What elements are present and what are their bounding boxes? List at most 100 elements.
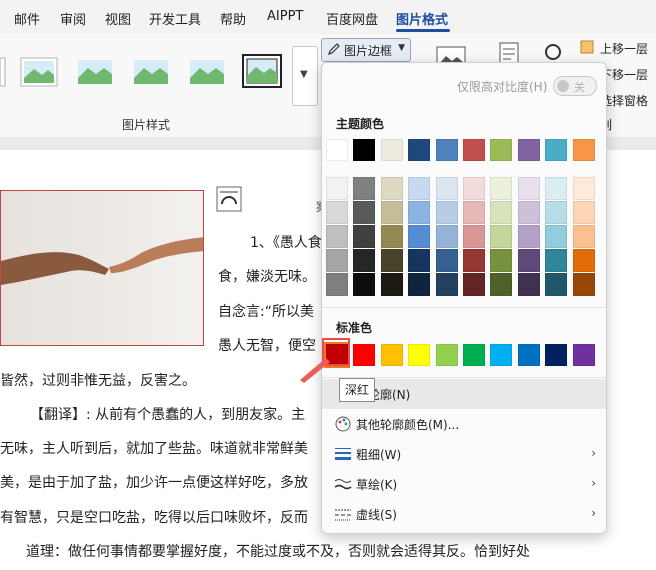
theme-shade-swatch[interactable] <box>545 225 568 248</box>
theme-shade-swatch[interactable] <box>545 177 568 200</box>
theme-shade-swatch[interactable] <box>517 177 540 200</box>
theme-shade-swatch[interactable] <box>517 225 540 248</box>
tab-picture-format[interactable]: 图片格式 <box>396 9 448 28</box>
theme-shade-swatch[interactable] <box>545 273 568 296</box>
dashes-item[interactable]: 虚线(S) › <box>322 499 606 529</box>
tab-mail[interactable]: 邮件 <box>14 9 40 28</box>
theme-shade-swatch[interactable] <box>408 177 431 200</box>
active-tab-indicator <box>396 29 450 32</box>
theme-color-swatch[interactable] <box>353 139 376 161</box>
standard-color-swatch[interactable] <box>408 344 431 366</box>
picture-border-button[interactable]: 图片边框 ▼ <box>321 38 411 62</box>
theme-shade-swatch[interactable] <box>380 273 403 296</box>
weight-item[interactable]: 粗细(W) › <box>322 439 606 469</box>
picture-style-thumb[interactable] <box>0 56 6 88</box>
standard-color-swatch[interactable] <box>517 344 540 366</box>
selection-pane-label[interactable]: 选择窗格 <box>600 92 648 109</box>
theme-shade-swatch[interactable] <box>463 273 485 296</box>
theme-color-swatch[interactable] <box>326 139 348 161</box>
theme-shade-swatch[interactable] <box>353 177 376 200</box>
theme-shade-swatch[interactable] <box>353 201 376 224</box>
tab-view[interactable]: 视图 <box>105 9 131 28</box>
theme-shade-swatch[interactable] <box>490 273 513 296</box>
layout-options-icon[interactable] <box>216 186 242 212</box>
theme-shade-swatch[interactable] <box>326 201 348 224</box>
tab-help[interactable]: 帮助 <box>220 9 246 28</box>
more-outline-colors-item[interactable]: 其他轮廓颜色(M)... <box>322 409 606 439</box>
line-weight-icon <box>335 448 351 460</box>
theme-shade-swatch[interactable] <box>517 201 540 224</box>
theme-shade-swatch[interactable] <box>408 249 431 272</box>
bring-forward-label[interactable]: 上移一层 <box>600 40 648 57</box>
standard-color-swatch[interactable] <box>572 344 595 366</box>
theme-shade-swatch[interactable] <box>517 273 540 296</box>
theme-shade-swatch[interactable] <box>435 273 458 296</box>
theme-shade-swatch[interactable] <box>545 249 568 272</box>
theme-shade-swatch[interactable] <box>353 273 376 296</box>
theme-shade-swatch[interactable] <box>408 201 431 224</box>
theme-color-swatch[interactable] <box>435 139 458 161</box>
theme-shade-swatch[interactable] <box>572 201 595 224</box>
theme-shade-swatch[interactable] <box>326 177 348 200</box>
theme-shade-swatch[interactable] <box>408 225 431 248</box>
theme-shade-swatch[interactable] <box>490 249 513 272</box>
standard-color-swatch[interactable] <box>435 344 458 366</box>
tab-developer[interactable]: 开发工具 <box>149 9 201 28</box>
picture-style-thumb[interactable] <box>76 56 114 88</box>
picture-style-thumb[interactable] <box>20 56 58 88</box>
theme-shade-swatch[interactable] <box>326 273 348 296</box>
theme-shade-swatch[interactable] <box>435 177 458 200</box>
chevron-down-icon: ▼ <box>398 43 405 53</box>
theme-color-swatch[interactable] <box>380 139 403 161</box>
theme-shade-swatch[interactable] <box>435 225 458 248</box>
theme-shade-swatch[interactable] <box>435 201 458 224</box>
theme-shade-swatch[interactable] <box>380 225 403 248</box>
doc-line: 【翻译】: 从前有个愚蠢的人，到朋友家。主 <box>30 407 306 423</box>
theme-shade-swatch[interactable] <box>408 273 431 296</box>
sketched-item[interactable]: 草绘(K) › <box>322 469 606 499</box>
send-backward-label[interactable]: 下移一层 <box>600 66 648 83</box>
theme-shade-swatch[interactable] <box>380 177 403 200</box>
theme-shade-swatch[interactable] <box>463 177 485 200</box>
picture-style-thumb[interactable] <box>188 56 226 88</box>
standard-color-swatch[interactable] <box>490 344 513 366</box>
theme-shade-swatch[interactable] <box>326 249 348 272</box>
theme-shade-swatch[interactable] <box>353 225 376 248</box>
theme-shade-swatch[interactable] <box>490 201 513 224</box>
theme-color-swatch[interactable] <box>408 139 431 161</box>
theme-shade-swatch[interactable] <box>463 249 485 272</box>
theme-shade-swatch[interactable] <box>326 225 348 248</box>
theme-color-swatch[interactable] <box>572 139 595 161</box>
theme-color-swatch[interactable] <box>545 139 568 161</box>
theme-shade-swatch[interactable] <box>463 225 485 248</box>
theme-shade-swatch[interactable] <box>572 225 595 248</box>
theme-color-swatch[interactable] <box>463 139 485 161</box>
high-contrast-toggle[interactable]: 关 <box>553 76 597 96</box>
theme-shade-swatch[interactable] <box>435 249 458 272</box>
tab-baidu-netdisk[interactable]: 百度网盘 <box>326 9 378 28</box>
standard-color-swatch[interactable] <box>545 344 568 366</box>
tab-aippt[interactable]: AIPPT <box>267 9 303 24</box>
theme-shade-swatch[interactable] <box>490 225 513 248</box>
picture-style-thumb[interactable] <box>132 56 170 88</box>
theme-shade-swatch[interactable] <box>380 201 403 224</box>
theme-shade-swatch[interactable] <box>572 273 595 296</box>
standard-color-swatch[interactable] <box>353 344 376 366</box>
theme-shade-swatch[interactable] <box>545 201 568 224</box>
standard-color-swatch[interactable] <box>463 344 485 366</box>
theme-color-swatch[interactable] <box>517 139 540 161</box>
theme-shade-swatch[interactable] <box>463 201 485 224</box>
theme-shade-swatch[interactable] <box>517 249 540 272</box>
theme-shade-swatch[interactable] <box>572 177 595 200</box>
theme-color-swatch[interactable] <box>490 139 513 161</box>
gallery-more-button[interactable]: ▼ <box>292 46 318 106</box>
theme-shade-swatch[interactable] <box>380 249 403 272</box>
theme-shade-swatch[interactable] <box>490 177 513 200</box>
standard-color-swatch[interactable] <box>380 344 403 366</box>
bring-forward-icon[interactable] <box>580 40 596 56</box>
theme-shade-swatch[interactable] <box>353 249 376 272</box>
picture-style-thumb-selected[interactable] <box>242 54 282 88</box>
document-image-hands[interactable] <box>0 190 204 346</box>
tab-review[interactable]: 审阅 <box>60 9 86 28</box>
theme-shade-swatch[interactable] <box>572 249 595 272</box>
